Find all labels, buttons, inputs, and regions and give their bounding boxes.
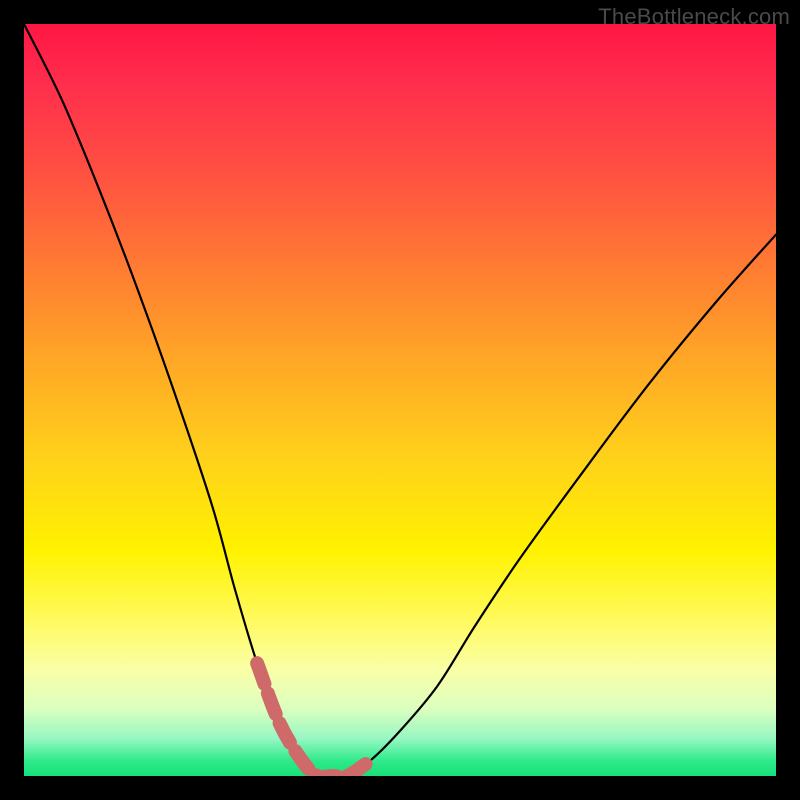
watermark-text: TheBottleneck.com [598,4,790,30]
floor-marker [257,663,370,776]
chart-plot-area [24,24,776,776]
bottleneck-curve-svg [24,24,776,776]
bottleneck-curve [24,24,776,776]
